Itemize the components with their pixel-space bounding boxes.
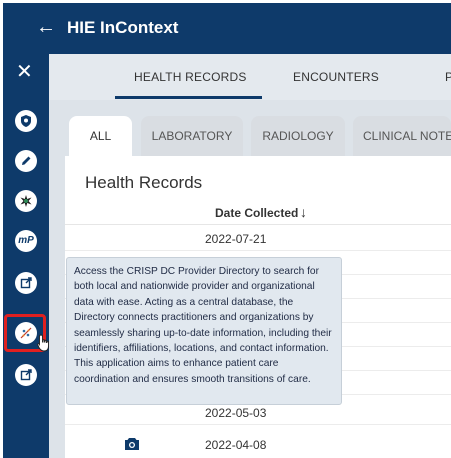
external-link-icon[interactable] (15, 272, 37, 294)
external-link-icon[interactable] (15, 364, 37, 386)
top-bar: ← HIE InContext (3, 3, 451, 54)
column-header-label: Date Collected (215, 206, 299, 220)
subtab-clinical-notes[interactable]: CLINICAL NOTES (353, 116, 451, 156)
provider-directory-tooltip: Access the CRISP DC Provider Directory t… (66, 257, 342, 405)
main-tab-bar: HEALTH RECORDS ENCOUNTERS P (49, 54, 451, 100)
subtab-laboratory[interactable]: LABORATORY (141, 116, 243, 156)
sub-tab-bar: ALL LABORATORY RADIOLOGY CLINICAL NOTES (65, 110, 451, 156)
table-row[interactable]: 2022-07-21 (65, 226, 451, 251)
subtab-radiology[interactable]: RADIOLOGY (251, 116, 345, 156)
myp-logo-icon[interactable]: mP (15, 230, 37, 252)
tab-truncated[interactable]: P (445, 70, 451, 84)
close-icon[interactable]: ✕ (16, 62, 33, 82)
subtab-all[interactable]: ALL (69, 116, 132, 156)
app-title: HIE InContext (67, 18, 179, 37)
arrow-down-icon[interactable]: ↓ (300, 204, 307, 220)
star-burst-icon[interactable] (15, 190, 37, 212)
app-window: ← HIE InContext ✕ mP HEALTH RECORDS ENCO… (3, 3, 451, 458)
tab-encounters[interactable]: ENCOUNTERS (293, 70, 379, 84)
left-rail: ✕ mP (3, 54, 49, 458)
provider-directory-icon[interactable] (15, 322, 37, 344)
table-row[interactable]: 2022-04-08 (65, 432, 451, 456)
row-date: 2022-04-08 (205, 438, 267, 452)
active-tab-indicator (115, 96, 262, 99)
shield-icon[interactable] (15, 110, 37, 132)
column-header[interactable]: Date Collected ↓ (65, 202, 451, 225)
records-title: Health Records (85, 173, 203, 192)
arrow-left-icon[interactable]: ← (36, 17, 56, 37)
row-date: 2022-07-21 (205, 232, 267, 246)
row-date: 2022-05-03 (205, 406, 267, 420)
pencil-icon[interactable] (15, 150, 37, 172)
tab-health-records[interactable]: HEALTH RECORDS (134, 70, 247, 84)
camera-icon[interactable] (124, 437, 140, 451)
